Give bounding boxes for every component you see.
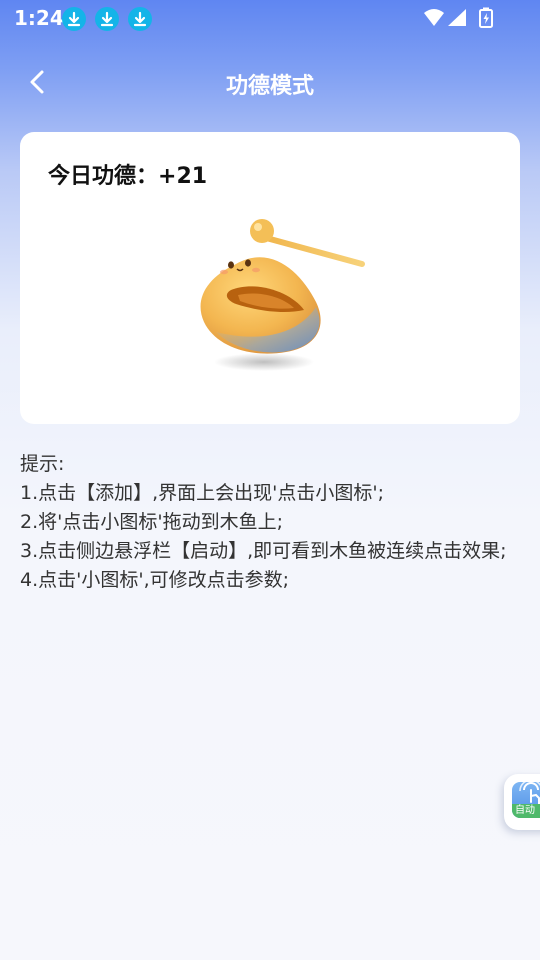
merit-card: 今日功德：+21 xyxy=(20,132,520,424)
touch-click-icon[interactable]: 自动 xyxy=(512,782,540,818)
battery-charging-icon xyxy=(479,7,493,28)
download-notification-icon xyxy=(62,7,86,31)
merit-counter: 今日功德：+21 xyxy=(48,158,207,190)
tip-item: 3.点击侧边悬浮栏【启动】,即可看到木鱼被连续点击效果; xyxy=(20,540,507,562)
merit-label: 今日功德： xyxy=(48,164,159,189)
wooden-fish-image[interactable] xyxy=(176,212,366,382)
status-icons xyxy=(422,7,502,29)
wifi-icon xyxy=(424,9,444,26)
tip-item: 4.点击'小图标',可修改点击参数; xyxy=(20,569,290,591)
page-title: 功德模式 xyxy=(225,74,314,99)
tip-item: 2.将'点击小图标'拖动到木鱼上; xyxy=(20,511,283,533)
status-time: 1:24 xyxy=(14,6,64,30)
download-notification-icon xyxy=(128,7,152,31)
cellular-signal-icon xyxy=(448,9,466,26)
merit-value: +21 xyxy=(158,164,208,189)
tip-item: 1.点击【添加】,界面上会出现'点击小图标'; xyxy=(20,482,385,504)
status-bar: 1:24 xyxy=(0,0,540,36)
floating-button-label: 自动 xyxy=(512,804,540,818)
floating-auto-button[interactable]: 自动 xyxy=(504,774,540,830)
tips-heading: 提示: xyxy=(20,453,65,475)
download-notification-icon xyxy=(95,7,119,31)
app-bar: 功德模式 xyxy=(0,56,540,110)
tips-section: 提示: 1.点击【添加】,界面上会出现'点击小图标'; 2.将'点击小图标'拖动… xyxy=(20,450,520,595)
